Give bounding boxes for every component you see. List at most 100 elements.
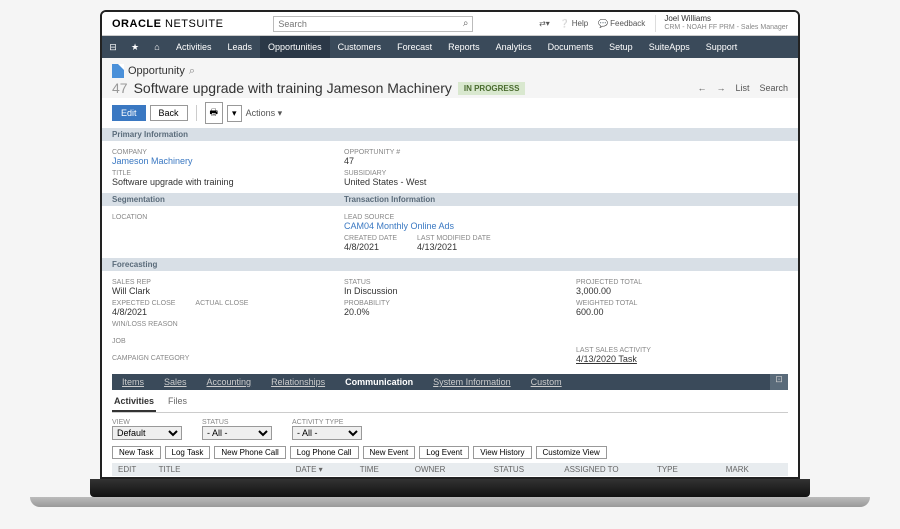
act-close-label: ACTUAL CLOSE xyxy=(195,300,248,307)
th-mark[interactable]: MARK xyxy=(720,463,788,476)
page-title: Software upgrade with training Jameson M… xyxy=(134,80,452,96)
nav-forecast[interactable]: Forecast xyxy=(389,36,440,58)
fc-status-label: STATUS xyxy=(344,279,556,286)
actions-menu[interactable]: Actions ▾ xyxy=(246,108,283,119)
created-value: 4/8/2021 xyxy=(344,242,397,252)
proj-value: 3,000.00 xyxy=(576,286,788,296)
nav-analytics[interactable]: Analytics xyxy=(488,36,540,58)
next-record-icon[interactable]: → xyxy=(716,83,725,93)
nav-activities[interactable]: Activities xyxy=(168,36,220,58)
subtab-files[interactable]: Files xyxy=(166,394,189,412)
sub-label: SUBSIDIARY xyxy=(344,170,556,177)
lead-label: LEAD SOURCE xyxy=(344,214,788,221)
nav-leads[interactable]: Leads xyxy=(220,36,261,58)
section-transaction: Transaction Information xyxy=(334,193,798,206)
nav-opportunities[interactable]: Opportunities xyxy=(260,36,330,58)
status-badge: IN PROGRESS xyxy=(458,82,526,95)
prob-value: 20.0% xyxy=(344,307,556,317)
star-icon[interactable]: ★ xyxy=(124,42,146,53)
subtab-activities[interactable]: Activities xyxy=(112,394,156,412)
type-select[interactable]: - All - xyxy=(292,426,362,440)
nav-toggle-icon[interactable]: ⊟ xyxy=(102,42,124,53)
location-label: LOCATION xyxy=(112,214,324,221)
feedback-link[interactable]: 💬 Feedback xyxy=(598,19,645,28)
section-primary: Primary Information xyxy=(102,128,798,141)
brand-bar: ORACLE NETSUITE ⌕ ⇄▾ ❔ Help 💬 Feedback J… xyxy=(102,12,798,36)
th-status[interactable]: STATUS xyxy=(488,463,559,476)
last-sales-value[interactable]: 4/13/2020 Task xyxy=(576,354,788,364)
nav-customers[interactable]: Customers xyxy=(330,36,390,58)
th-type[interactable]: TYPE xyxy=(651,463,720,476)
print-icon[interactable]: 🖶 xyxy=(205,102,224,124)
th-title[interactable]: TITLE xyxy=(153,463,290,476)
global-search[interactable]: ⌕ xyxy=(273,16,473,32)
activity-toolbar: New Task Log Task New Phone Call Log Pho… xyxy=(112,446,788,459)
title-value: Software upgrade with training xyxy=(112,177,324,187)
search-icon[interactable]: ⌕ xyxy=(463,18,469,29)
search-link[interactable]: Search xyxy=(759,83,788,93)
log-task-button[interactable]: Log Task xyxy=(165,446,211,459)
subtabs: Activities Files xyxy=(112,394,788,413)
new-event-button[interactable]: New Event xyxy=(363,446,416,459)
tab-custom[interactable]: Custom xyxy=(521,374,572,390)
record-tabs: Items Sales Accounting Relationships Com… xyxy=(112,374,788,390)
rep-value: Will Clark xyxy=(112,286,324,296)
tab-communication[interactable]: Communication xyxy=(335,374,423,390)
prev-record-icon[interactable]: ← xyxy=(697,83,706,93)
list-link[interactable]: List xyxy=(735,83,749,93)
tab-expand-icon[interactable]: ⊡ xyxy=(770,374,788,390)
exp-close-value: 4/8/2021 xyxy=(112,307,175,317)
view-label: VIEW xyxy=(112,419,182,426)
record-icon xyxy=(112,64,124,78)
view-select[interactable]: Default xyxy=(112,426,182,440)
log-phone-button[interactable]: Log Phone Call xyxy=(290,446,359,459)
tab-system[interactable]: System Information xyxy=(423,374,521,390)
search-input[interactable] xyxy=(278,19,462,29)
edit-button[interactable]: Edit xyxy=(112,105,146,121)
section-forecasting: Forecasting xyxy=(102,258,798,271)
view-history-button[interactable]: View History xyxy=(473,446,531,459)
language-icon[interactable]: ⇄▾ xyxy=(539,19,550,28)
company-value[interactable]: Jameson Machinery xyxy=(112,156,324,166)
sub-value: United States - West xyxy=(344,177,556,187)
nav-setup[interactable]: Setup xyxy=(601,36,641,58)
status-filter-label: STATUS xyxy=(202,419,272,426)
print-dropdown-icon[interactable]: ▾ xyxy=(227,105,242,122)
nav-reports[interactable]: Reports xyxy=(440,36,488,58)
log-event-button[interactable]: Log Event xyxy=(419,446,469,459)
th-assigned[interactable]: ASSIGNED TO xyxy=(558,463,651,476)
nav-suiteapps[interactable]: SuiteApps xyxy=(641,36,698,58)
customize-view-button[interactable]: Customize View xyxy=(536,446,607,459)
status-select[interactable]: - All - xyxy=(202,426,272,440)
section-segmentation: Segmentation xyxy=(102,193,334,206)
home-icon[interactable]: ⌂ xyxy=(146,42,168,52)
tab-sales[interactable]: Sales xyxy=(154,374,197,390)
record-number: 47 xyxy=(112,80,128,96)
user-menu[interactable]: Joel Williams CRM - NOAH FF PRM - Sales … xyxy=(655,15,788,31)
back-button[interactable]: Back xyxy=(150,105,188,121)
lead-value[interactable]: CAM04 Monthly Online Ads xyxy=(344,221,788,231)
nav-support[interactable]: Support xyxy=(698,36,746,58)
breadcrumb-search-icon[interactable]: ⌕ xyxy=(189,65,195,78)
rep-label: SALES REP xyxy=(112,279,324,286)
tab-relationships[interactable]: Relationships xyxy=(261,374,335,390)
th-date[interactable]: DATE ▾ xyxy=(290,463,354,476)
th-edit[interactable]: EDIT xyxy=(112,463,153,476)
tab-items[interactable]: Items xyxy=(112,374,154,390)
nav-documents[interactable]: Documents xyxy=(540,36,602,58)
th-owner[interactable]: OWNER xyxy=(409,463,488,476)
type-filter-label: ACTIVITY TYPE xyxy=(292,419,362,426)
tab-accounting[interactable]: Accounting xyxy=(197,374,262,390)
activities-table: EDIT TITLE DATE ▾ TIME OWNER STATUS ASSI… xyxy=(112,463,788,479)
th-time[interactable]: TIME xyxy=(354,463,409,476)
new-task-button[interactable]: New Task xyxy=(112,446,161,459)
opp-value: 47 xyxy=(344,156,556,166)
modified-value: 4/13/2021 xyxy=(417,242,491,252)
brand-logo: ORACLE NETSUITE xyxy=(112,18,223,30)
exp-close-label: EXPECTED CLOSE xyxy=(112,300,175,307)
new-phone-button[interactable]: New Phone Call xyxy=(214,446,285,459)
modified-label: LAST MODIFIED DATE xyxy=(417,235,491,242)
help-link[interactable]: ❔ Help xyxy=(560,19,588,28)
company-label: COMPANY xyxy=(112,149,324,156)
prob-label: PROBABILITY xyxy=(344,300,556,307)
